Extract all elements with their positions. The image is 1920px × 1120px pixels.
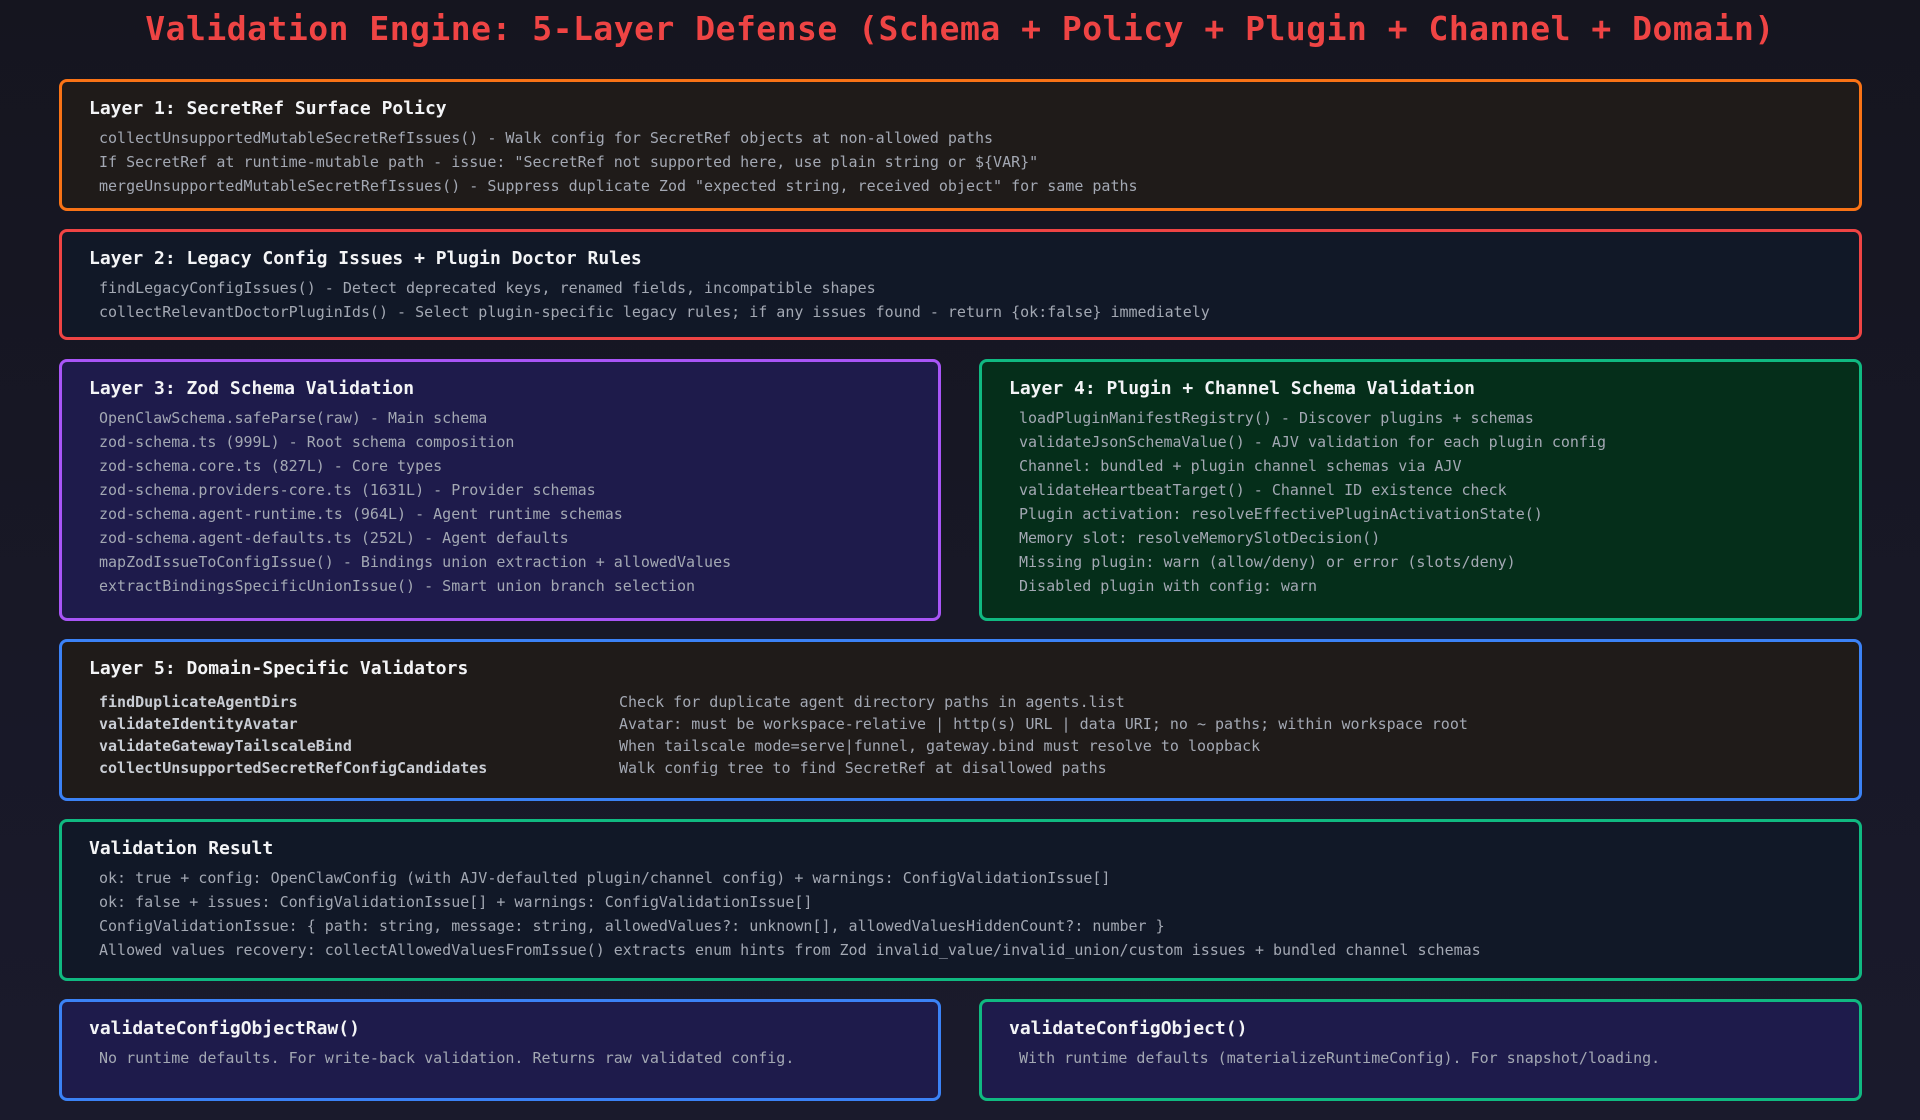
result-line: ok: true + config: OpenClawConfig (with … <box>99 869 1111 887</box>
validation-result-box: Validation Result ok: true + config: Ope… <box>59 819 1862 981</box>
layer4-box: Layer 4: Plugin + Channel Schema Validat… <box>979 359 1862 621</box>
validate-config-object-box: validateConfigObject() With runtime defa… <box>979 999 1862 1101</box>
layer3-line: zod-schema.core.ts (827L) - Core types <box>99 457 443 475</box>
validator-description: Walk config tree to find SecretRef at di… <box>619 759 1107 777</box>
layer4-line: Plugin activation: resolveEffectivePlugi… <box>1019 505 1543 523</box>
layer1-title: Layer 1: SecretRef Surface Policy <box>89 98 447 119</box>
layer3-box: Layer 3: Zod Schema Validation OpenClawS… <box>59 359 941 621</box>
validator-description: Check for duplicate agent directory path… <box>619 693 1125 711</box>
raw-box-line: No runtime defaults. For write-back vali… <box>99 1049 795 1067</box>
validation-result-title: Validation Result <box>89 838 274 859</box>
layer4-title: Layer 4: Plugin + Channel Schema Validat… <box>1009 378 1475 399</box>
layer2-line: collectRelevantDoctorPluginIds() - Selec… <box>99 303 1210 321</box>
raw-box-title: validateConfigObjectRaw() <box>89 1018 360 1039</box>
layer1-box: Layer 1: SecretRef Surface Policy collec… <box>59 79 1862 211</box>
validator-description: Avatar: must be workspace-relative | htt… <box>619 715 1468 733</box>
obj-box-line: With runtime defaults (materializeRuntim… <box>1019 1049 1661 1067</box>
layer2-box: Layer 2: Legacy Config Issues + Plugin D… <box>59 229 1862 340</box>
obj-box-title: validateConfigObject() <box>1009 1018 1248 1039</box>
validator-row: findDuplicateAgentDirs Check for duplica… <box>89 691 1859 713</box>
layer4-line: validateHeartbeatTarget() - Channel ID e… <box>1019 481 1507 499</box>
layer4-line: validateJsonSchemaValue() - AJV validati… <box>1019 433 1606 451</box>
diagram-title: Validation Engine: 5-Layer Defense (Sche… <box>145 9 1775 48</box>
layer3-line: zod-schema.agent-defaults.ts (252L) - Ag… <box>99 529 569 547</box>
layer1-line: If SecretRef at runtime-mutable path - i… <box>99 153 1039 171</box>
layer5-box: Layer 5: Domain-Specific Validators find… <box>59 639 1862 801</box>
validator-description: When tailscale mode=serve|funnel, gatewa… <box>619 737 1261 755</box>
layer3-line: mapZodIssueToConfigIssue() - Bindings un… <box>99 553 732 571</box>
validator-name: collectUnsupportedSecretRefConfigCandida… <box>99 759 488 777</box>
validator-name: validateIdentityAvatar <box>99 715 298 733</box>
layer3-line: zod-schema.providers-core.ts (1631L) - P… <box>99 481 596 499</box>
result-line: Allowed values recovery: collectAllowedV… <box>99 941 1481 959</box>
validator-row: validateIdentityAvatar Avatar: must be w… <box>89 713 1859 735</box>
layer4-line: loadPluginManifestRegistry() - Discover … <box>1019 409 1534 427</box>
result-line: ConfigValidationIssue: { path: string, m… <box>99 917 1165 935</box>
layer2-line: findLegacyConfigIssues() - Detect deprec… <box>99 279 876 297</box>
layer3-line: zod-schema.ts (999L) - Root schema compo… <box>99 433 515 451</box>
layer3-line: OpenClawSchema.safeParse(raw) - Main sch… <box>99 409 488 427</box>
layer5-title: Layer 5: Domain-Specific Validators <box>89 658 469 679</box>
validator-name: findDuplicateAgentDirs <box>99 693 298 711</box>
validate-config-object-raw-box: validateConfigObjectRaw() No runtime def… <box>59 999 941 1101</box>
layer3-line: zod-schema.agent-runtime.ts (964L) - Age… <box>99 505 623 523</box>
validator-row: collectUnsupportedSecretRefConfigCandida… <box>89 757 1859 779</box>
layer1-line: mergeUnsupportedMutableSecretRefIssues()… <box>99 177 1138 195</box>
layer3-line: extractBindingsSpecificUnionIssue() - Sm… <box>99 577 696 595</box>
layer2-title: Layer 2: Legacy Config Issues + Plugin D… <box>89 248 642 269</box>
result-line: ok: false + issues: ConfigValidationIssu… <box>99 893 813 911</box>
validator-name: validateGatewayTailscaleBind <box>99 737 352 755</box>
layer3-title: Layer 3: Zod Schema Validation <box>89 378 415 399</box>
layer4-line: Disabled plugin with config: warn <box>1019 577 1318 595</box>
validator-row: validateGatewayTailscaleBind When tailsc… <box>89 735 1859 757</box>
layer1-line: collectUnsupportedMutableSecretRefIssues… <box>99 129 994 147</box>
layer4-line: Missing plugin: warn (allow/deny) or err… <box>1019 553 1516 571</box>
layer4-line: Memory slot: resolveMemorySlotDecision() <box>1019 529 1381 547</box>
layer4-line: Channel: bundled + plugin channel schema… <box>1019 457 1462 475</box>
